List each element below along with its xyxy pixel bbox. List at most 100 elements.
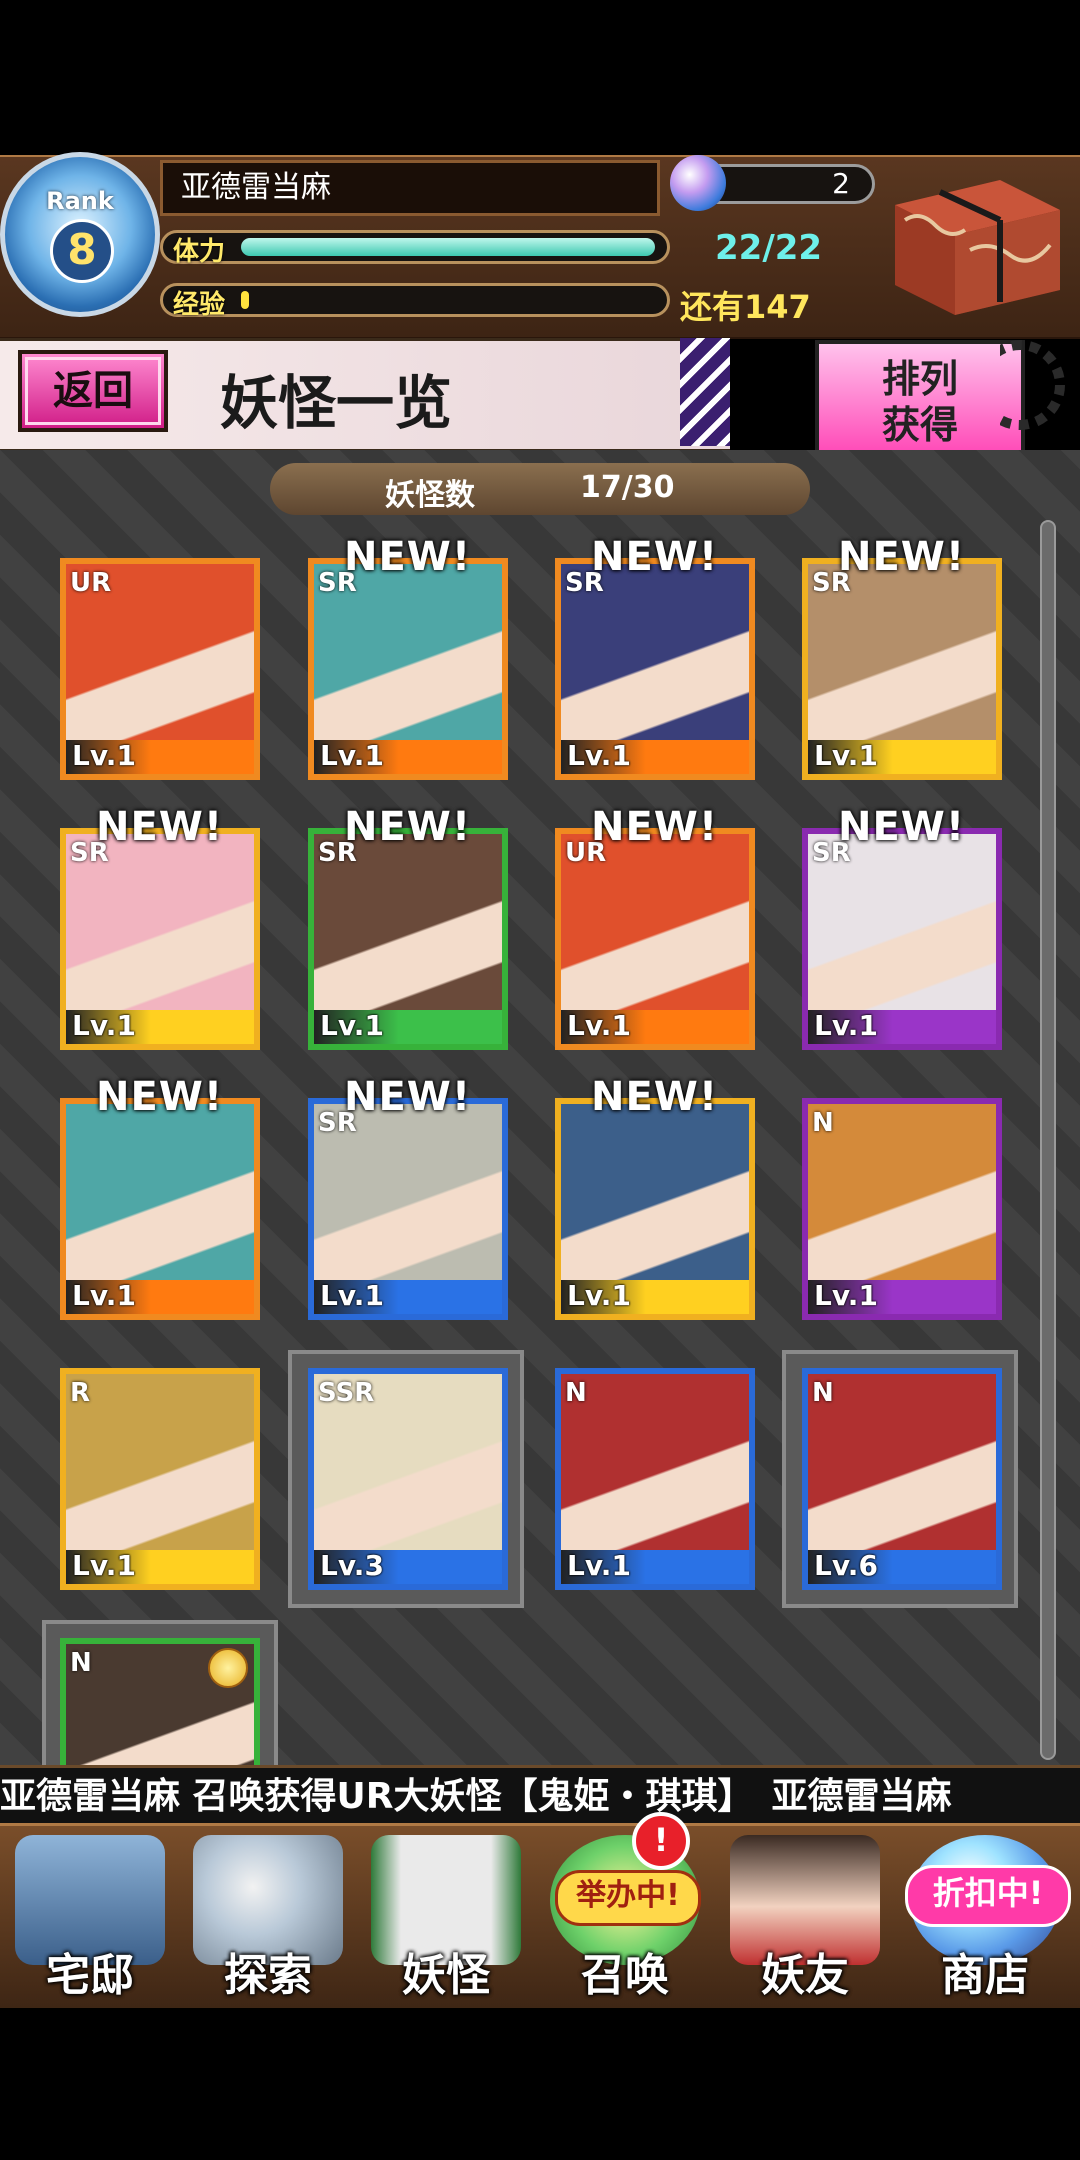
- stamina-bar: 体力: [160, 230, 670, 267]
- rarity-badge: SSR: [318, 1378, 375, 1408]
- rank-label: Rank: [46, 187, 114, 215]
- list-scrollbar[interactable]: [1040, 520, 1056, 1760]
- nav-friends[interactable]: 妖友: [720, 1830, 890, 2005]
- new-badge: NEW!: [344, 1074, 472, 1120]
- yokai-portrait: [561, 1374, 749, 1550]
- sort-button[interactable]: 排列 获得: [815, 340, 1025, 462]
- level-label: Lv.6: [808, 1550, 996, 1584]
- new-badge: NEW!: [96, 1074, 224, 1120]
- yokai-card[interactable]: Lv.1 NEW!: [60, 1074, 260, 1320]
- gem-orb-icon: [670, 155, 726, 211]
- level-label: Lv.1: [66, 1280, 254, 1314]
- gem-count: 2: [832, 167, 850, 200]
- nav-shop-label: 商店: [941, 1950, 1029, 2001]
- new-badge: NEW!: [344, 534, 472, 580]
- nav-yokai-label: 妖怪: [402, 1950, 490, 2001]
- new-badge: NEW!: [838, 804, 966, 850]
- nav-explore-label: 探索: [224, 1950, 312, 2001]
- level-label: Lv.1: [561, 740, 749, 774]
- alert-icon: !: [632, 1812, 690, 1870]
- yokai-count-value: 17/30: [580, 470, 675, 505]
- player-name: 亚德雷当麻: [160, 160, 660, 216]
- yokai-card[interactable]: R Lv.1: [60, 1368, 260, 1590]
- yokai-portrait: [808, 1104, 996, 1280]
- yokai-portrait: [808, 1374, 996, 1550]
- yokai-card[interactable]: SR Lv.1 NEW!: [60, 804, 260, 1050]
- title-decoration: [680, 338, 730, 446]
- back-button[interactable]: 返回: [18, 350, 168, 432]
- page-title: 妖怪一览: [220, 369, 453, 437]
- yokai-card[interactable]: SR Lv.1 NEW!: [308, 804, 508, 1050]
- level-label: Lv.1: [561, 1280, 749, 1314]
- yokai-card[interactable]: SSR Lv.3: [308, 1368, 508, 1590]
- yokai-card[interactable]: N Lv.1: [802, 1098, 1002, 1320]
- new-badge: NEW!: [344, 804, 472, 850]
- stamina-value: 22/22: [715, 228, 823, 268]
- yokai-card[interactable]: N Lv.1: [555, 1368, 755, 1590]
- sort-label: 排列: [881, 357, 958, 401]
- shop-badge: 折扣中!: [905, 1865, 1071, 1927]
- yokai-count-label: 妖怪数: [385, 478, 475, 513]
- stamina-label: 体力: [173, 237, 226, 267]
- sort-mode: 获得: [881, 403, 958, 447]
- new-badge: NEW!: [96, 804, 224, 850]
- rarity-badge: R: [70, 1378, 91, 1408]
- rank-badge[interactable]: Rank 8: [0, 152, 160, 317]
- nav-summon[interactable]: 举办中! ! 召唤: [540, 1812, 710, 2005]
- exp-label: 经验: [173, 290, 226, 320]
- rarity-badge: N: [70, 1648, 92, 1678]
- rank-number: 8: [50, 219, 114, 283]
- new-badge: NEW!: [591, 804, 719, 850]
- level-label: Lv.1: [314, 1280, 502, 1314]
- new-badge: NEW!: [838, 534, 966, 580]
- yokai-card[interactable]: UR Lv.1: [60, 558, 260, 780]
- status-bar: [0, 0, 1080, 155]
- nav-yokai[interactable]: 妖怪: [361, 1830, 531, 2005]
- yokai-card[interactable]: SR Lv.1 NEW!: [555, 534, 755, 780]
- yokai-card[interactable]: SR Lv.1 NEW!: [802, 804, 1002, 1050]
- new-badge: NEW!: [591, 1074, 719, 1120]
- rarity-badge: UR: [70, 568, 112, 598]
- yokai-portrait: [66, 1374, 254, 1550]
- gear-icon: [1000, 340, 1065, 430]
- yokai-card[interactable]: Lv.1 NEW!: [555, 1074, 755, 1320]
- level-label: Lv.1: [808, 1010, 996, 1044]
- yokai-card[interactable]: SR Lv.1 NEW!: [802, 534, 1002, 780]
- yokai-card[interactable]: SR Lv.1 NEW!: [308, 1074, 508, 1320]
- nav-home-label: 宅邸: [46, 1950, 134, 2001]
- level-label: Lv.1: [561, 1010, 749, 1044]
- level-label: Lv.1: [808, 740, 996, 774]
- level-label: Lv.1: [66, 1550, 254, 1584]
- level-label: Lv.1: [314, 740, 502, 774]
- medal-icon: [208, 1648, 248, 1688]
- yokai-portrait: [66, 1104, 254, 1280]
- level-label: Lv.1: [808, 1280, 996, 1314]
- yokai-card[interactable]: UR Lv.1 NEW!: [555, 804, 755, 1050]
- nav-friends-label: 妖友: [761, 1950, 849, 2001]
- level-label: Lv.1: [314, 1010, 502, 1044]
- nav-shop[interactable]: 折扣中! 商店: [900, 1830, 1071, 2005]
- yokai-card[interactable]: SR Lv.1 NEW!: [308, 534, 508, 780]
- nav-home[interactable]: 宅邸: [5, 1830, 175, 2005]
- yokai-card[interactable]: N Lv.6: [802, 1368, 1002, 1590]
- rarity-badge: N: [812, 1108, 834, 1138]
- yokai-count-pill: 妖怪数 17/30: [270, 463, 810, 515]
- treasure-box-icon[interactable]: [880, 170, 1070, 320]
- news-ticker: 亚德雷当麻 召唤获得UR大妖怪【鬼姫・琪琪】 亚德雷当麻: [0, 1765, 1080, 1826]
- nav-explore[interactable]: 探索: [183, 1830, 353, 2005]
- nav-summon-label: 召唤: [581, 1950, 669, 2001]
- level-label: Lv.3: [314, 1550, 502, 1584]
- rarity-badge: N: [565, 1378, 587, 1408]
- level-label: Lv.1: [66, 740, 254, 774]
- level-label: Lv.1: [66, 1010, 254, 1044]
- stamina-fill: [241, 238, 655, 256]
- summon-badge: 举办中!: [555, 1870, 701, 1926]
- level-label: Lv.1: [561, 1550, 749, 1584]
- exp-fill: [241, 291, 249, 309]
- exp-bar: 经验: [160, 283, 670, 320]
- exp-remaining: 还有147: [680, 288, 811, 326]
- ticker-text: 亚德雷当麻 召唤获得UR大妖怪【鬼姫・琪琪】 亚德雷当麻: [0, 1776, 952, 1817]
- yokai-portrait: [561, 1104, 749, 1280]
- rarity-badge: N: [812, 1378, 834, 1408]
- new-badge: NEW!: [591, 534, 719, 580]
